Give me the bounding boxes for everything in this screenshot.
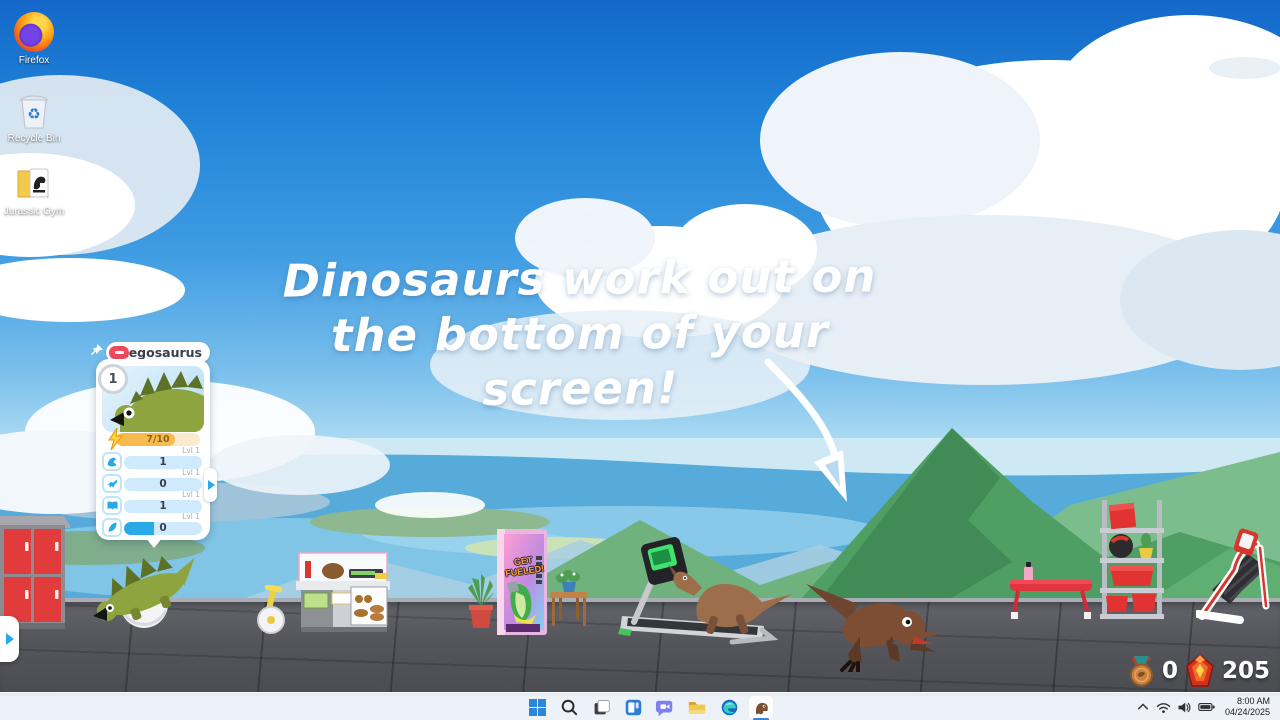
chevron-up-icon [1137, 701, 1149, 713]
widgets-icon [624, 698, 643, 717]
task-view-button[interactable] [588, 695, 614, 720]
chevron-right-icon [5, 633, 14, 645]
wifi-button[interactable] [1155, 695, 1173, 720]
headline-line-1: Dinosaurs work out on [229, 249, 929, 310]
chevron-right-icon [207, 480, 215, 490]
jurassic-gym-app-icon [14, 163, 54, 203]
storage-shelf [1096, 498, 1168, 622]
edge-icon [720, 698, 739, 717]
feather-icon [102, 518, 122, 537]
lightning-icon [106, 428, 124, 450]
stair-stepper [1196, 528, 1276, 624]
treadmill-with-dino[interactable] [612, 532, 792, 647]
currency-hud: 0 205 [1128, 654, 1270, 688]
desktop-screen: Firefox ♻ Recycle Bin Jurassic Gym Dinos… [0, 0, 1280, 720]
red-gem-icon [1185, 654, 1215, 688]
start-button[interactable] [524, 695, 550, 720]
pin-icon[interactable] [89, 343, 104, 358]
red-lockers [0, 516, 70, 632]
desktop-icon-recycle-bin[interactable]: ♻ Recycle Bin [2, 90, 66, 144]
file-explorer-button[interactable] [684, 695, 710, 720]
speaker-icon [1177, 701, 1192, 714]
stat-level-label: Lvl 1 [182, 490, 200, 499]
stat-row-craft: Lvl 1 0 [102, 516, 204, 538]
stat-level-label: Lvl 1 [182, 468, 200, 477]
search-button[interactable] [556, 695, 582, 720]
desktop-icon-firefox[interactable]: Firefox [2, 12, 66, 66]
desktop-icon-label: Firefox [2, 55, 66, 66]
desktop-icon-label: Jurassic Gym [2, 206, 66, 217]
ab-roller [243, 585, 295, 635]
level-badge: 1 [98, 364, 128, 394]
down-arrow-icon [740, 352, 870, 517]
stat-value: 0 [124, 522, 202, 535]
edge-browser-button[interactable] [716, 695, 742, 720]
card-pointer-tail [145, 537, 163, 548]
firefox-icon [14, 12, 54, 52]
chat-button[interactable] [652, 695, 678, 720]
stegosaurus-on-ball[interactable] [82, 538, 204, 630]
running-dino-icon [102, 474, 122, 493]
side-table [548, 570, 590, 630]
jurassic-gym-icon [752, 698, 771, 717]
svg-text:♻: ♻ [27, 105, 40, 123]
volume-button[interactable] [1176, 695, 1194, 720]
file-explorer-icon [687, 698, 707, 716]
search-icon [560, 698, 578, 716]
battery-icon [1198, 701, 1215, 713]
recycle-bin-icon: ♻ [14, 90, 54, 130]
task-view-icon [592, 698, 611, 717]
battery-button[interactable] [1197, 695, 1217, 720]
stat-level-label: Lvl 1 [182, 446, 200, 455]
snack-counter [293, 551, 393, 635]
energy-value: 7/10 [116, 433, 200, 446]
dino-stat-card: Stegosaurus 1 7/ [96, 342, 210, 542]
bronze-medal-icon [1128, 656, 1155, 687]
gem-count: 205 [1222, 658, 1270, 684]
running-trex[interactable] [806, 570, 946, 672]
collapse-card-button[interactable] [109, 346, 129, 359]
desktop-icon-label: Recycle Bin [2, 133, 66, 144]
bicep-icon [102, 452, 122, 471]
tray-date: 04/24/2025 [1225, 707, 1270, 718]
desktop-icon-jurassic-gym[interactable]: Jurassic Gym [2, 163, 66, 217]
jurassic-gym-taskbar-button[interactable] [748, 695, 774, 720]
chat-icon [655, 698, 675, 717]
stat-level-label: Lvl 1 [182, 512, 200, 521]
side-panel-toggle[interactable] [0, 616, 19, 662]
widgets-button[interactable] [620, 695, 646, 720]
wifi-icon [1156, 701, 1171, 714]
gym-bench [1006, 562, 1096, 626]
medal-count: 0 [1162, 658, 1178, 684]
tray-chevron-button[interactable] [1134, 695, 1152, 720]
tray-clock[interactable]: 8:00 AM 04/24/2025 [1225, 696, 1276, 719]
book-icon [102, 496, 122, 515]
taskbar: 8:00 AM 04/24/2025 [0, 692, 1280, 720]
windows-start-icon [529, 699, 546, 716]
card-next-button[interactable] [204, 468, 217, 502]
vending-machine [492, 526, 552, 638]
tray-time: 8:00 AM [1225, 696, 1270, 707]
